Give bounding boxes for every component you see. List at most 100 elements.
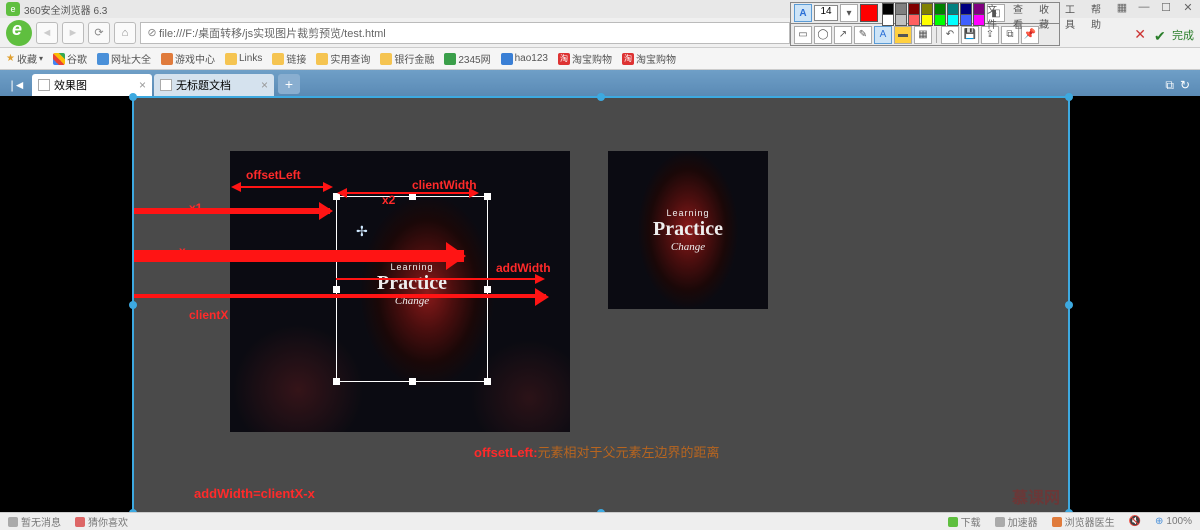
bookmark-folder[interactable]: Links	[225, 53, 262, 65]
label-addwidth: addWidth	[496, 261, 551, 275]
ellipse-tool-icon[interactable]: ◯	[814, 26, 832, 44]
site-icon	[444, 53, 456, 65]
move-cursor-icon: ✢	[356, 223, 368, 240]
favorites-button[interactable]: ★收藏▾	[6, 51, 43, 66]
letterbox-right	[1072, 96, 1200, 514]
selected-color-swatch[interactable]	[860, 4, 878, 22]
menu-help[interactable]: 帮助	[1088, 1, 1104, 31]
label-offsetleft: offsetLeft	[246, 168, 301, 182]
url-text: file:///F:/桌面转移/js实现图片裁剪预览/test.html	[159, 25, 785, 41]
status-zoom[interactable]: ⊕100%	[1155, 516, 1192, 527]
bookmark-folder[interactable]: 银行金融	[380, 51, 434, 66]
tab-list-icon[interactable]: |◄	[6, 74, 30, 96]
confirm-annotation-icon[interactable]: ✔	[1154, 28, 1168, 42]
browser-logo-icon: e	[6, 2, 20, 16]
home-button[interactable]: ⌂	[114, 22, 136, 44]
game-icon	[161, 53, 173, 65]
selection-handle[interactable]	[129, 301, 137, 309]
swatch[interactable]	[882, 14, 894, 26]
selection-handle[interactable]	[1065, 301, 1073, 309]
status-accel[interactable]: 加速器	[995, 514, 1038, 529]
crop-handle[interactable]	[484, 378, 491, 385]
download-icon	[948, 517, 958, 527]
menu-file[interactable]: 文件	[984, 1, 1000, 31]
back-button[interactable]: ◄	[36, 22, 58, 44]
status-messages[interactable]: 暂无消息	[8, 514, 61, 529]
status-bar: 暂无消息 猜你喜欢 下载 加速器 浏览器医生 🔇 ⊕100%	[0, 512, 1200, 530]
brush-tool-icon[interactable]: ✎	[854, 26, 872, 44]
swatch[interactable]	[921, 14, 933, 26]
arrow-tool-icon[interactable]: ↗	[834, 26, 852, 44]
label-clientwidth: clientWidth	[412, 178, 477, 192]
heart-icon	[75, 517, 85, 527]
blur-tool-icon[interactable]: ▦	[914, 26, 932, 44]
arrow-offsetleft-left	[234, 186, 282, 188]
crop-handle[interactable]	[333, 378, 340, 385]
text-tool-button[interactable]: A	[794, 4, 812, 22]
bookmark-bar: ★收藏▾ 谷歌 网址大全 游戏中心 Links 链接 实用查询 银行金融 234…	[0, 48, 1200, 70]
url-field[interactable]: ⊘ file:///F:/桌面转移/js实现图片裁剪预览/test.html	[140, 22, 790, 44]
status-suggest[interactable]: 猜你喜欢	[75, 514, 128, 529]
doctor-icon	[1052, 517, 1062, 527]
caption-formula: addWidth=clientX-x	[194, 486, 315, 501]
done-label[interactable]: 完成	[1172, 27, 1194, 43]
folder-icon	[316, 53, 328, 65]
color-palette[interactable]	[882, 3, 985, 24]
save-icon[interactable]: 💾	[961, 26, 979, 44]
menu-tools[interactable]: 工具	[1062, 1, 1078, 31]
undo-icon[interactable]: ↶	[941, 26, 959, 44]
highlight-tool-icon[interactable]: ▬	[894, 26, 912, 44]
new-tab-button[interactable]: +	[278, 74, 300, 94]
swatch[interactable]	[947, 14, 959, 26]
app-title: 360安全浏览器 6.3	[24, 2, 107, 17]
status-mute-icon[interactable]: 🔇	[1129, 516, 1141, 527]
cancel-annotation-icon[interactable]: ✕	[1134, 26, 1146, 43]
bookmark-folder[interactable]: 实用查询	[316, 51, 370, 66]
arrow-offsetleft-right	[282, 186, 330, 188]
rocket-icon	[995, 517, 1005, 527]
status-download[interactable]: 下载	[948, 514, 981, 529]
selection-handle[interactable]	[1065, 93, 1073, 101]
swatch[interactable]	[895, 14, 907, 26]
browser-logo-big-icon[interactable]	[6, 20, 32, 46]
bookmark-item[interactable]: 游戏中心	[161, 51, 215, 66]
arrow-addwidth	[336, 278, 542, 280]
bookmark-item[interactable]: 2345网	[444, 51, 490, 66]
menu-view[interactable]: 查看	[1010, 1, 1026, 31]
forward-button[interactable]: ►	[62, 22, 84, 44]
text-tool-icon[interactable]: A	[874, 26, 892, 44]
tab-inactive[interactable]: 无标题文档 ×	[154, 74, 274, 96]
tab-bar-right: ⧉ ↻	[1165, 78, 1194, 96]
status-doctor[interactable]: 浏览器医生	[1052, 514, 1115, 529]
bookmark-item[interactable]: hao123	[501, 53, 548, 65]
reload-button[interactable]: ⟳	[88, 22, 110, 44]
screenshot-selection[interactable]: Learning Practice Change ✢ Learning Prac…	[132, 96, 1070, 514]
swatch[interactable]	[908, 14, 920, 26]
crop-handle[interactable]	[409, 193, 416, 200]
caption-val: 元素相对于父元素左边界的距离	[538, 445, 720, 460]
arrow-clientx	[134, 294, 546, 298]
image-text: Learning Practice Change	[653, 208, 723, 253]
menu-fav[interactable]: 收藏	[1036, 1, 1052, 31]
selection-handle[interactable]	[597, 93, 605, 101]
letterbox-left	[0, 96, 132, 514]
bookmark-item[interactable]: 谷歌	[53, 51, 87, 66]
clone-tab-icon[interactable]: ⧉	[1165, 78, 1174, 93]
swatch[interactable]	[934, 14, 946, 26]
crop-handle[interactable]	[484, 193, 491, 200]
tab-close-icon[interactable]: ×	[261, 78, 268, 92]
rect-tool-icon[interactable]: ▭	[794, 26, 812, 44]
crop-handle[interactable]	[409, 378, 416, 385]
swatch[interactable]	[960, 14, 972, 26]
bookmark-folder[interactable]: 链接	[272, 51, 306, 66]
tab-close-icon[interactable]: ×	[139, 78, 146, 92]
font-size-dropdown-icon[interactable]: ▾	[840, 4, 858, 22]
bookmark-item[interactable]: 网址大全	[97, 51, 151, 66]
selection-handle[interactable]	[129, 93, 137, 101]
restore-tab-icon[interactable]: ↻	[1180, 78, 1190, 93]
font-size-input[interactable]: 14	[814, 5, 838, 21]
bookmark-item[interactable]: 淘淘宝购物	[622, 51, 676, 66]
bookmark-item[interactable]: 淘淘宝购物	[558, 51, 612, 66]
arrow-clientwidth-left	[340, 192, 410, 194]
menu-overflow-icon[interactable]: ▦	[1114, 1, 1130, 31]
